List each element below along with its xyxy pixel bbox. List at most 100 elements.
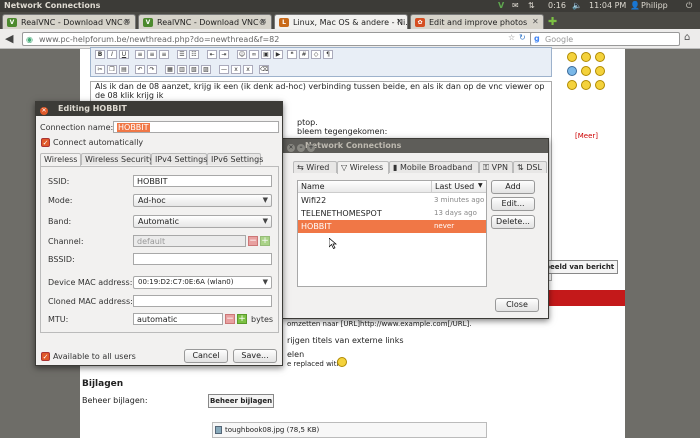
table-row-selected[interactable]: HOBBIT never	[298, 220, 486, 233]
connect-automatically-checkbox[interactable]: ✓	[41, 138, 50, 147]
speaker-icon[interactable]: 🔈	[572, 1, 582, 10]
smilie-icon[interactable]	[595, 52, 605, 62]
clear-format-icon[interactable]: ⌫	[259, 65, 269, 74]
align-right-icon[interactable]: ≡	[159, 50, 169, 59]
mtu-field[interactable]: automatic	[133, 313, 223, 325]
hash-icon[interactable]: #	[299, 50, 309, 59]
smilie-icon[interactable]	[581, 66, 591, 76]
close-window-icon[interactable]: ✕	[287, 144, 295, 152]
browser-tab-realvnc-2[interactable]: V RealVNC - Download VNC® ✕	[138, 14, 272, 29]
tab-ipv6-settings[interactable]: IPv6 Settings	[207, 153, 263, 165]
link-icon[interactable]: ∞	[249, 50, 259, 59]
smilie-icon[interactable]	[595, 66, 605, 76]
cool-smilie-icon[interactable]	[567, 66, 577, 76]
outdent-icon[interactable]: ⇥	[219, 50, 229, 59]
bold-icon[interactable]: B	[95, 50, 105, 59]
preview-post-button[interactable]: beeld van bericht	[540, 260, 618, 274]
band-select[interactable]: Automatic ▼	[133, 215, 272, 228]
delete-button[interactable]: Delete...	[491, 215, 535, 229]
ssid-field[interactable]: HOBBIT	[133, 175, 272, 187]
mtu-increment-button[interactable]: +	[237, 314, 247, 324]
tab-dsl[interactable]: ⇅ DSL	[513, 161, 547, 173]
smilie-icon[interactable]: ☺	[237, 50, 247, 59]
reload-icon[interactable]: ↻	[519, 33, 526, 42]
site-identity-icon[interactable]: ◉	[26, 35, 33, 44]
column-header-name[interactable]: Name	[301, 182, 325, 191]
php-icon[interactable]: ¶	[323, 50, 333, 59]
hr-icon[interactable]: —	[219, 65, 229, 74]
indent-icon[interactable]: ⇤	[207, 50, 217, 59]
table-icon[interactable]: ▦	[165, 65, 175, 74]
close-button[interactable]: Close	[495, 298, 539, 312]
column-header-last-used[interactable]: Last Used	[431, 181, 477, 193]
add-button[interactable]: Add	[491, 180, 535, 194]
user-name[interactable]: Philipp	[641, 1, 668, 10]
list-icon[interactable]: ☰	[177, 50, 187, 59]
chat-icon[interactable]: V	[498, 1, 504, 10]
redo-icon[interactable]: ↷	[147, 65, 157, 74]
user-icon[interactable]: 👤	[630, 1, 640, 10]
smilie-icon[interactable]	[567, 80, 577, 90]
tab-ipv4-settings[interactable]: IPv4 Settings	[151, 153, 207, 165]
close-tab-icon[interactable]: ✕	[260, 18, 268, 26]
bookmark-star-icon[interactable]: ☆	[508, 33, 515, 42]
bssid-field[interactable]	[133, 253, 272, 265]
browser-tab-photos[interactable]: ✿ Edit and improve photos ✕	[410, 14, 544, 29]
save-button[interactable]: Save...	[233, 349, 277, 363]
tab-wireless[interactable]: ▽ Wireless	[337, 161, 389, 174]
superscript-icon[interactable]: x	[243, 65, 253, 74]
home-icon[interactable]: ⌂	[684, 32, 690, 43]
envelope-icon[interactable]: ✉	[512, 1, 519, 10]
tab-wireless-security[interactable]: Wireless Security	[81, 153, 154, 165]
close-tab-icon[interactable]: ✕	[396, 18, 404, 26]
table-row[interactable]: Wifi22 3 minutes ago	[298, 194, 486, 207]
tab-wireless[interactable]: Wireless	[40, 153, 81, 166]
tab-mobile-broadband[interactable]: ▮ Mobile Broadband	[389, 161, 479, 173]
column-icon[interactable]: ▧	[189, 65, 199, 74]
smilie-icon[interactable]	[595, 80, 605, 90]
device-mac-select[interactable]: 00:19:D2:C7:0E:6A (wlan0) ▼	[133, 276, 272, 289]
smilie-icon[interactable]	[581, 80, 591, 90]
video-icon[interactable]: ▶	[273, 50, 283, 59]
cancel-button[interactable]: Cancel	[184, 349, 228, 363]
image-icon[interactable]: ▣	[261, 50, 271, 59]
browser-tab-forum[interactable]: L Linux, Mac OS & andere - Ni... ✕	[274, 14, 408, 29]
close-tab-icon[interactable]: ✕	[124, 18, 132, 26]
manage-attachments-button[interactable]: Beheer bijlagen	[208, 394, 274, 408]
smilie-icon[interactable]	[567, 52, 577, 62]
connection-name-field[interactable]: HOBBIT	[113, 121, 279, 133]
numbered-list-icon[interactable]: ☷	[189, 50, 199, 59]
tab-vpn[interactable]: ⚿ VPN	[479, 161, 513, 173]
url-bar[interactable]: ◉ www.pc-helpforum.be/newthread.php?do=n…	[22, 32, 537, 46]
underline-icon[interactable]: U	[119, 50, 129, 59]
align-center-icon[interactable]: ≡	[147, 50, 157, 59]
available-to-all-checkbox[interactable]: ✓	[41, 352, 50, 361]
search-box[interactable]: g Google	[530, 32, 680, 46]
minimize-icon[interactable]: –	[297, 144, 305, 152]
attachment-item[interactable]: toughbook08.jpg (78,5 KB)	[212, 422, 487, 438]
merge-icon[interactable]: ▨	[201, 65, 211, 74]
italic-icon[interactable]: I	[107, 50, 117, 59]
cut-icon[interactable]: ✂	[95, 65, 105, 74]
quote-icon[interactable]: ❝	[287, 50, 297, 59]
copy-icon[interactable]: ❐	[107, 65, 117, 74]
code-icon[interactable]: ◇	[311, 50, 321, 59]
network-icon[interactable]: ⇅	[528, 1, 535, 10]
undo-icon[interactable]: ↶	[135, 65, 145, 74]
align-left-icon[interactable]: ≡	[135, 50, 145, 59]
edit-button[interactable]: Edit...	[491, 197, 535, 211]
back-icon[interactable]: ◀	[5, 32, 13, 45]
close-tab-icon[interactable]: ✕	[532, 18, 540, 26]
power-icon[interactable]: ⏻	[686, 1, 692, 11]
close-window-icon[interactable]: ✕	[40, 107, 48, 115]
tab-wired[interactable]: ⇆ Wired	[293, 161, 337, 173]
row-icon[interactable]: ▥	[177, 65, 187, 74]
cloned-mac-field[interactable]	[133, 295, 272, 307]
maximize-icon[interactable]: +	[307, 144, 315, 152]
mode-select[interactable]: Ad-hoc ▼	[133, 194, 272, 207]
new-tab-icon[interactable]: ✚	[548, 15, 557, 28]
mtu-decrement-button[interactable]: −	[225, 314, 235, 324]
clock-text[interactable]: 11:04 PM	[589, 1, 626, 10]
more-smilies-link[interactable]: [Meer]	[575, 132, 598, 140]
table-row[interactable]: TELENETHOMESPOT 13 days ago	[298, 207, 486, 220]
